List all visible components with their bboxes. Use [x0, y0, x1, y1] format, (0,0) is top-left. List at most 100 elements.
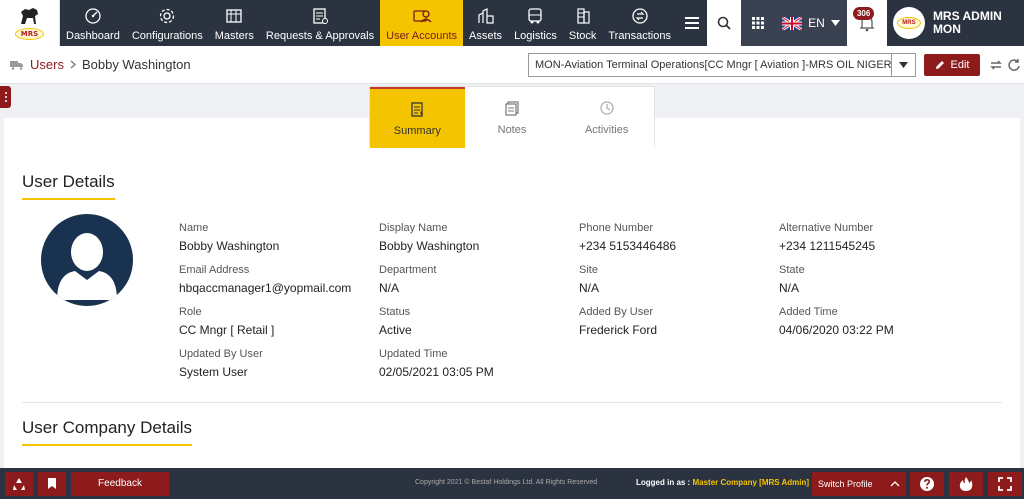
chevron-right-icon	[70, 60, 76, 69]
field-value: CC Mngr [ Retail ]	[179, 323, 275, 337]
nav-dashboard[interactable]: Dashboard	[60, 0, 126, 46]
chevron-up-icon	[890, 481, 900, 487]
language-selector[interactable]: EN	[774, 0, 847, 46]
nav-label: Masters	[214, 30, 254, 42]
search-button[interactable]	[706, 0, 741, 46]
nav-masters[interactable]: Masters	[209, 0, 260, 46]
requests-icon	[309, 5, 331, 27]
nav-stock[interactable]: Stock	[563, 0, 603, 46]
user-profile-menu[interactable]: MRS MRS ADMIN MON	[887, 0, 1024, 46]
context-select-dropdown[interactable]	[891, 54, 915, 76]
uk-flag-icon	[782, 16, 803, 30]
grid-icon	[751, 17, 764, 29]
breadcrumb-bar: Users Bobby Washington MON-Aviation Term…	[0, 46, 1024, 84]
avatar-logo-text: MRS	[897, 17, 921, 29]
nav-label: Logistics	[514, 30, 557, 42]
field-label: Added Time	[779, 306, 838, 318]
field-label: Display Name	[379, 222, 448, 234]
clipboard-icon	[411, 101, 424, 117]
hamburger-icon	[684, 17, 699, 29]
field-value: Frederick Ford	[579, 323, 658, 337]
breadcrumb-users-link[interactable]: Users	[30, 57, 64, 72]
sync-icon[interactable]	[988, 57, 1004, 73]
truck-icon	[524, 5, 546, 27]
field-label: Updated By User	[179, 348, 263, 360]
field-phone: Phone Number +234 5153446486	[579, 222, 769, 253]
field-added-time: Added Time 04/06/2020 03:22 PM	[779, 306, 969, 337]
nav-transactions[interactable]: Transactions	[602, 0, 677, 46]
field-label: Status	[379, 306, 411, 318]
masters-icon	[223, 5, 245, 27]
tab-notes[interactable]: Notes	[465, 87, 560, 148]
user-details-card: User Details Name Bobby Washington Email…	[4, 118, 1020, 468]
feedback-button[interactable]: Feedback	[71, 471, 169, 496]
field-value: Active	[379, 323, 412, 337]
pencil-icon	[935, 61, 944, 69]
apps-grid-button[interactable]	[740, 0, 775, 46]
bookmark-icon	[48, 478, 56, 489]
tab-activities[interactable]: Activities	[559, 87, 654, 148]
side-panel-toggle[interactable]	[0, 86, 11, 108]
recycle-button[interactable]	[5, 471, 33, 496]
field-label: Site	[579, 264, 598, 276]
field-updated-time: Updated Time 02/05/2021 03:05 PM	[379, 348, 569, 379]
stock-icon	[572, 5, 594, 27]
nav-user-accounts[interactable]: User Accounts	[380, 0, 464, 46]
field-display-name: Display Name Bobby Washington	[379, 222, 569, 253]
breadcrumb-current: Bobby Washington	[81, 57, 191, 72]
tab-summary[interactable]: Summary	[370, 87, 465, 148]
nav-label: Configurations	[131, 30, 203, 42]
user-sub: MON	[932, 22, 961, 36]
user-avatar	[41, 214, 133, 306]
nav-logistics[interactable]: Logistics	[508, 0, 563, 46]
field-value: 02/05/2021 03:05 PM	[379, 365, 494, 379]
logged-in-value: Master Company [MRS Admin]	[692, 478, 810, 487]
field-alt-phone: Alternative Number +234 1211545245	[779, 222, 969, 253]
bookmark-button[interactable]	[38, 471, 66, 496]
caret-down-icon	[899, 62, 908, 68]
field-label: Phone Number	[579, 222, 653, 234]
logo-text: MRS	[14, 28, 45, 40]
fullscreen-button[interactable]	[988, 472, 1022, 496]
field-label: State	[779, 264, 805, 276]
notifications-button[interactable]: 306	[846, 0, 887, 46]
field-status: Status Active	[379, 306, 569, 337]
field-label: Alternative Number	[779, 222, 874, 234]
menu-toggle-button[interactable]	[677, 0, 707, 46]
user-silhouette-icon	[57, 233, 117, 300]
nav-requests-approvals[interactable]: Requests & Approvals	[260, 0, 380, 46]
field-value: System User	[179, 365, 248, 379]
field-value: N/A	[379, 281, 400, 295]
language-label: EN	[808, 16, 825, 30]
field-value: +234 1211545245	[779, 239, 876, 253]
footer-bar: Feedback Copyright 2021 © Bestaf Holding…	[0, 468, 1024, 499]
nav-configurations[interactable]: Configurations	[126, 0, 209, 46]
fire-button[interactable]	[949, 472, 983, 496]
logged-in-label: Logged in as :	[636, 478, 691, 487]
field-name: Name Bobby Washington	[179, 222, 369, 253]
copyright-text: Copyright 2021 © Bestaf Holdings Ltd. Al…	[415, 479, 598, 486]
nav-assets[interactable]: Assets	[463, 0, 508, 46]
dashboard-icon	[82, 5, 104, 27]
nav-label: Transactions	[608, 30, 671, 42]
field-updated-by: Updated By User System User	[179, 348, 369, 379]
edit-button[interactable]: Edit	[924, 54, 980, 76]
gear-icon	[156, 5, 178, 27]
nav-label: Dashboard	[66, 30, 120, 42]
field-value: Bobby Washington	[179, 239, 280, 253]
field-label: Name	[179, 222, 209, 234]
switch-profile-button[interactable]: Switch Profile	[812, 472, 906, 496]
field-value: +234 5153446486	[579, 239, 677, 253]
help-button[interactable]	[910, 472, 944, 496]
field-value: N/A	[579, 281, 600, 295]
recycle-icon	[13, 477, 25, 490]
mrs-logo[interactable]: MRS	[0, 0, 60, 46]
search-icon	[717, 16, 731, 30]
notes-icon	[505, 100, 519, 116]
field-value: N/A	[779, 281, 800, 295]
field-email: Email Address hbqaccmanager1@yopmail.com	[179, 264, 369, 295]
assets-icon	[475, 5, 497, 27]
context-select[interactable]: MON-Aviation Terminal Operations[CC Mngr…	[528, 53, 916, 77]
refresh-icon[interactable]	[1006, 57, 1022, 73]
nav-label: Assets	[469, 30, 503, 42]
